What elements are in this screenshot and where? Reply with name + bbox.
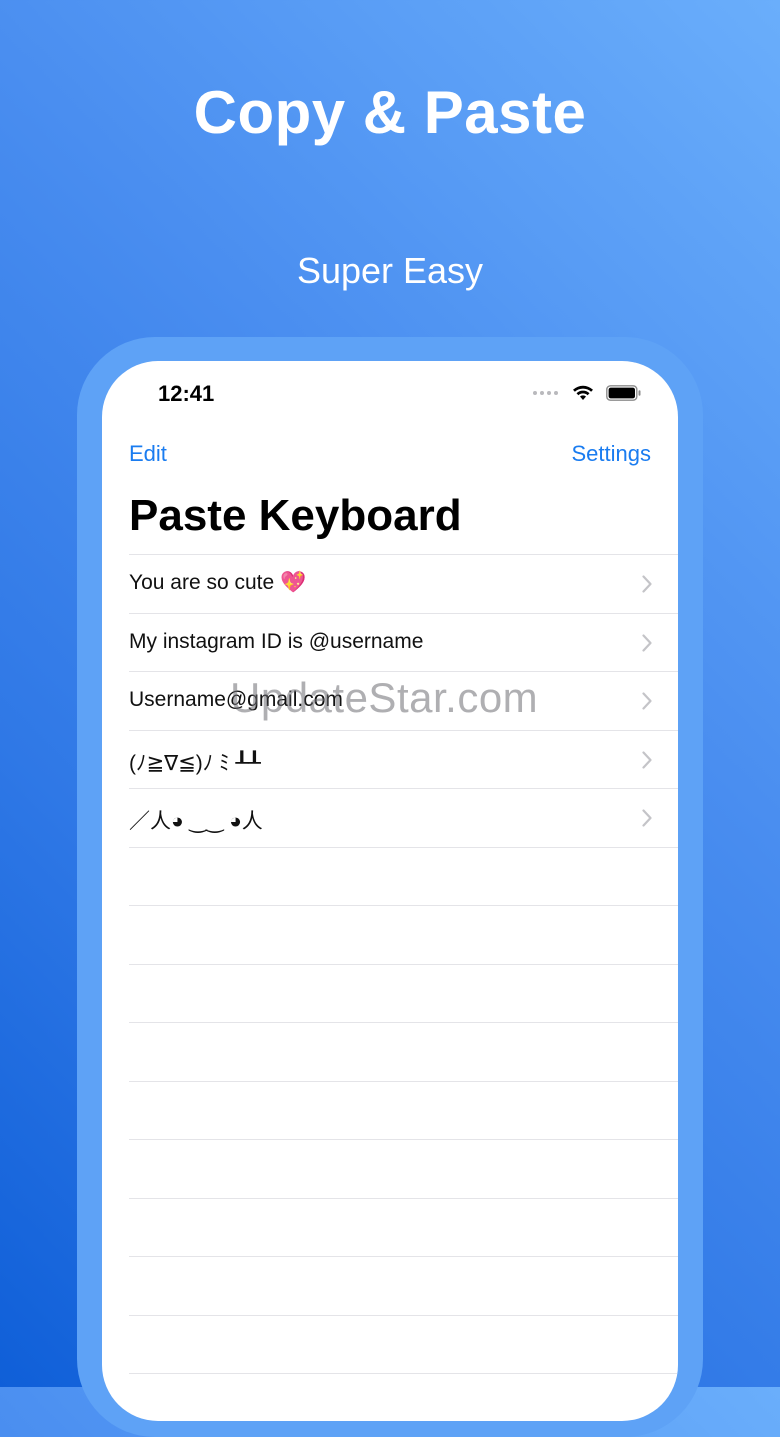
- empty-row: [129, 1199, 678, 1257]
- battery-icon: [606, 385, 641, 401]
- edit-button[interactable]: Edit: [129, 441, 167, 467]
- hero-title: Copy & Paste: [193, 79, 587, 146]
- empty-row: [129, 1140, 678, 1199]
- status-time: 12:41: [158, 381, 215, 406]
- list-item[interactable]: ／人◕ ‿‿ ◕人: [129, 789, 678, 848]
- watermark: UpdateStar.com: [230, 674, 539, 721]
- empty-row: [129, 848, 678, 906]
- chevron-right-icon: [642, 692, 652, 710]
- hero-subtitle: Super Easy: [296, 250, 484, 291]
- chevron-right-icon: [642, 809, 652, 827]
- empty-rows: [129, 848, 678, 1374]
- empty-row: [129, 906, 678, 965]
- list-item-label: My instagram ID is @username: [129, 629, 424, 653]
- wifi-icon: [573, 385, 593, 400]
- list-item[interactable]: (ﾉ≧∇≦)ﾉ ﾐ ┸┸: [129, 731, 678, 789]
- list-item[interactable]: My instagram ID is @username: [129, 614, 678, 672]
- chevron-right-icon: [642, 750, 652, 769]
- empty-row: [129, 965, 678, 1023]
- empty-row: [129, 1257, 678, 1316]
- list-item-label: (ﾉ≧∇≦)ﾉ ﾐ ┸┸: [129, 751, 261, 775]
- status-icons: [533, 385, 642, 401]
- page-title: Paste Keyboard: [129, 491, 462, 540]
- list-item[interactable]: You are so cute 💖: [129, 555, 678, 614]
- empty-row: [129, 1023, 678, 1082]
- chevron-right-icon: [642, 633, 652, 652]
- settings-button[interactable]: Settings: [572, 441, 652, 467]
- chevron-right-icon: [642, 575, 652, 593]
- empty-row: [129, 1316, 678, 1374]
- signal-dots-icon: [533, 391, 558, 395]
- phone-screen: 12:41 Edit Settings Paste Keyboard You a…: [102, 361, 678, 1421]
- list-item-label: You are so cute 💖: [129, 571, 307, 594]
- list-item-label: ／人◕ ‿‿ ◕人: [129, 810, 263, 833]
- empty-row: [129, 1082, 678, 1140]
